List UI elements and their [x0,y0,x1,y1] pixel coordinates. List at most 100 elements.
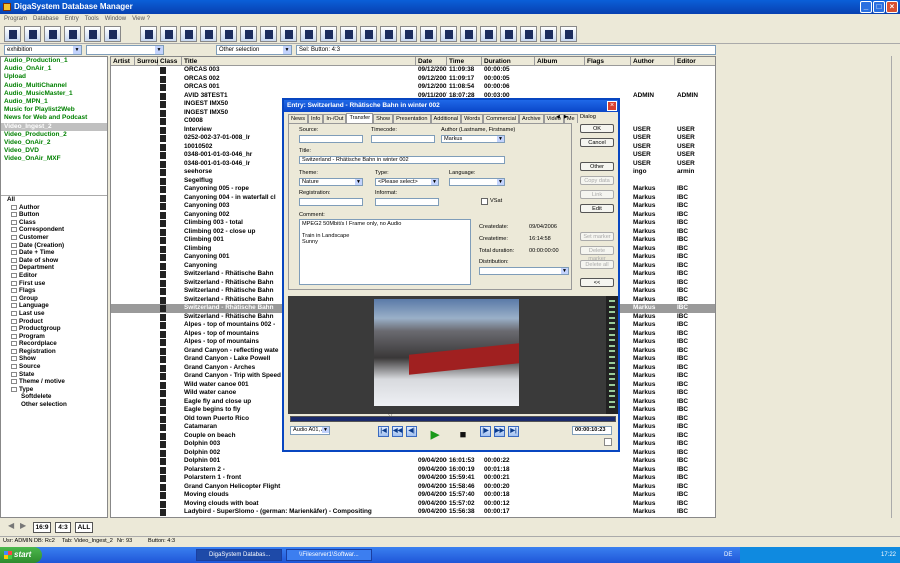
link-button[interactable]: Link [580,190,614,199]
menu-entry[interactable]: Entry [65,14,79,24]
expand-icon[interactable] [11,379,17,385]
tree-root[interactable]: All [1,196,107,204]
tree-item[interactable]: Productgroup [1,325,107,333]
archive-icon[interactable] [460,26,477,42]
grid-view-icon[interactable] [540,26,557,42]
tree-item[interactable]: Editor [1,272,107,280]
column-header[interactable]: Title [182,57,416,66]
delete-marker-button[interactable]: Delete marker [580,246,614,262]
informat-input[interactable] [375,198,439,206]
filter-combo-left[interactable]: exhibition ▼ [4,45,82,55]
import-icon[interactable] [240,26,257,42]
settings-icon[interactable] [420,26,437,42]
author-select[interactable]: Markus ▼ [441,135,505,143]
tab-commercial[interactable]: Commercial [483,114,519,123]
set-marker-button[interactable]: Set marker [580,232,614,241]
tree-item[interactable]: Date + Time [1,249,107,257]
help-icon[interactable] [440,26,457,42]
tab-additional[interactable]: Additional [430,114,462,123]
expand-icon[interactable] [11,257,17,263]
tree-item[interactable]: Author [1,204,107,212]
skip-start-icon[interactable]: |◀ [378,426,389,437]
new-entry-icon[interactable] [24,26,41,42]
minimize-button[interactable]: _ [860,1,872,13]
tree-item[interactable]: Recordplace [1,340,107,348]
source-input[interactable] [299,135,363,143]
aspect-4-3-button[interactable]: 4:3 [55,522,71,533]
tree-item[interactable]: Source [1,363,107,371]
column-header[interactable]: Album [535,57,585,66]
group-item[interactable]: Video_OnAir_MXF [1,155,107,163]
expand-icon[interactable] [11,341,17,347]
tab-presentation[interactable]: Presentation [393,114,431,123]
tab-video[interactable]: Video [543,114,564,123]
group-item[interactable]: Audio_MusicMaster_1 [1,90,107,98]
resize-grip-icon[interactable] [604,438,612,446]
expand-icon[interactable] [11,265,17,271]
expand-icon[interactable] [11,288,17,294]
open-icon[interactable] [44,26,61,42]
table-row[interactable]: Ladybird - SuperSlomo - (german: Marienk… [111,508,715,517]
language-indicator[interactable]: DE [724,547,732,563]
copy-icon[interactable] [104,26,121,42]
tab-info[interactable]: Info [308,114,324,123]
task-digasystem[interactable]: DigaSystem Databas... [196,549,282,561]
column-header[interactable]: Editor [675,57,715,66]
aspect-16-9-button[interactable]: 16:9 [33,522,51,533]
scissors-icon[interactable] [500,26,517,42]
column-header[interactable]: Class [158,57,182,66]
expand-icon[interactable] [11,295,17,301]
tree-item[interactable]: Date of show [1,257,107,265]
tab-transfer[interactable]: Transfer [346,113,374,123]
expand-icon[interactable] [11,348,17,354]
language-select[interactable]: ▼ [449,178,505,186]
tree-leaf[interactable]: Other selection [1,401,107,409]
step-back-icon[interactable]: ◀| [406,426,417,437]
collapse-button[interactable]: << [580,278,614,287]
expand-icon[interactable] [11,371,17,377]
audio-select[interactable]: Audio A01, A(▼ [290,426,330,435]
exit-icon[interactable] [4,26,21,42]
title-input[interactable]: Switzerland - Rhätische Bahn in winter 0… [299,156,505,164]
comment-textarea[interactable]: MPEG2 50Mbit/s I Frame only, no Audio Tr… [299,219,471,285]
tab-scroll-left-icon[interactable]: ◀ [556,114,560,120]
expand-icon[interactable] [11,310,17,316]
play-icon[interactable] [220,26,237,42]
link-icon[interactable] [400,26,417,42]
delete-icon[interactable] [180,26,197,42]
group-item[interactable]: Audio_Production_1 [1,57,107,65]
table-row[interactable]: ORCAS 003 09/12/2001 11:09:38 00:00:05 [111,66,715,75]
fast-rewind-icon[interactable]: ◀◀ [392,426,403,437]
start-button[interactable]: start [0,547,42,563]
step-forward-icon[interactable]: |▶ [480,426,491,437]
group-item[interactable]: News for Web and Podcast [1,114,107,122]
tree-item[interactable]: Date (Creation) [1,242,107,250]
distribution-select[interactable]: ▼ [479,267,569,275]
tree-item[interactable]: Type [1,386,107,394]
fast-forward-icon[interactable]: ▶▶ [494,426,505,437]
list-view-icon[interactable] [560,26,577,42]
menu-program[interactable]: Program [4,14,27,24]
skip-end-icon[interactable]: ▶| [508,426,519,437]
search-icon[interactable] [300,26,317,42]
task-fileserver[interactable]: \\Fileserver1\Softwar... [286,549,372,561]
table-row[interactable]: Polarstern 1 - front 09/04/2006 15:59:41 00… [111,474,715,483]
tree-item[interactable]: Product [1,318,107,326]
group-item[interactable]: Audio_MPN_1 [1,98,107,106]
expand-icon[interactable] [11,333,17,339]
expand-icon[interactable] [11,318,17,324]
edit-button[interactable]: Edit [580,204,614,213]
refresh-icon[interactable] [360,26,377,42]
expand-icon[interactable] [11,219,17,225]
menu-database[interactable]: Database [33,14,59,24]
tree-item[interactable]: First use [1,280,107,288]
tree-item[interactable]: Flags [1,287,107,295]
group-item[interactable]: Video_OnAir_2 [1,139,107,147]
vsat-checkbox[interactable] [481,198,488,205]
vertical-scrollbar[interactable] [891,56,900,518]
tab-scroll-right-icon[interactable]: ▶ [564,114,568,120]
tree-item[interactable]: Customer [1,234,107,242]
expand-icon[interactable] [11,242,17,248]
selection-combo[interactable]: Other selection ▼ [216,45,292,55]
theme-select[interactable]: Nature ▼ [299,178,363,186]
